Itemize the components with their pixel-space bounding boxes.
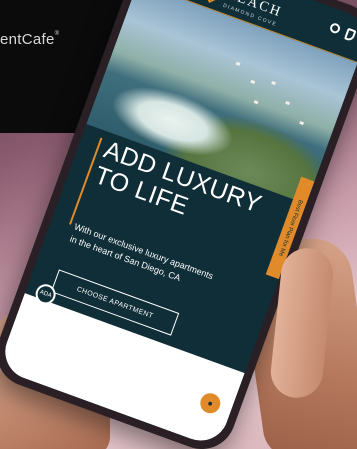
logo-diamond-icon bbox=[202, 0, 224, 3]
header-icons bbox=[328, 21, 357, 43]
phone-icon[interactable] bbox=[343, 27, 357, 43]
brand-name: entCafe® bbox=[0, 31, 60, 48]
user-icon[interactable] bbox=[328, 21, 342, 35]
